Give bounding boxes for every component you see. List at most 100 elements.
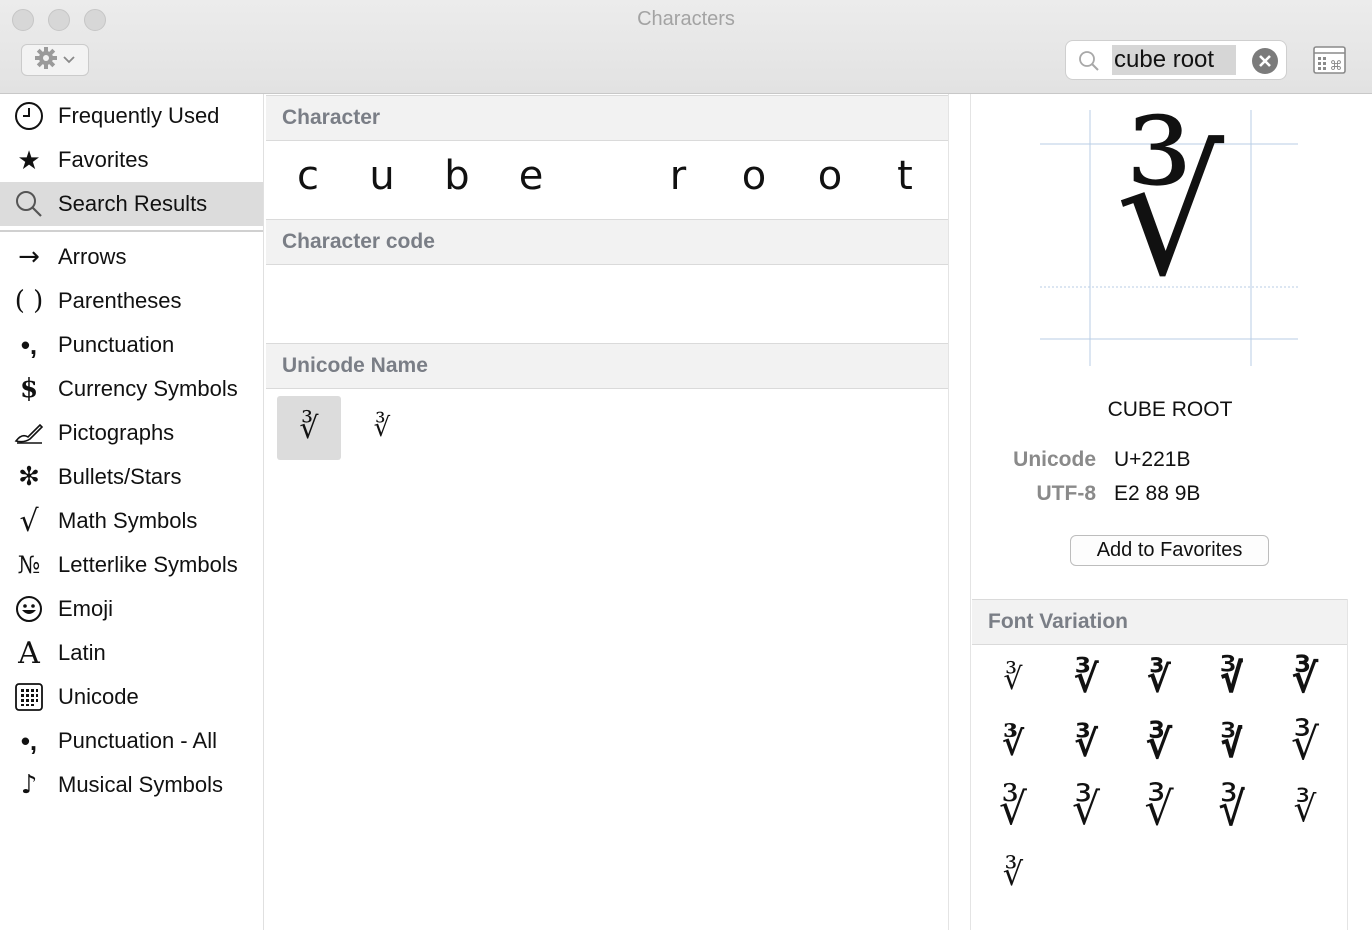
smiley-icon: [0, 595, 58, 623]
sidebar-item-punctuation[interactable]: •, Punctuation: [0, 323, 263, 367]
character-cell[interactable]: t: [880, 153, 930, 199]
punctuation-icon: •,: [20, 329, 38, 360]
font-variation-cell[interactable]: ∛: [983, 844, 1043, 904]
character-cell[interactable]: o: [729, 153, 779, 199]
sidebar-item-letterlike-symbols[interactable]: № Letterlike Symbols: [0, 543, 263, 587]
font-variation-cell[interactable]: ∛: [1275, 779, 1335, 839]
font-variation-cell[interactable]: ∛: [1202, 649, 1262, 709]
sidebar-item-unicode[interactable]: Unicode: [0, 675, 263, 719]
unicode-value: U+221B: [1114, 448, 1191, 471]
font-variation-cell[interactable]: ∛: [1129, 779, 1189, 839]
writing-hand-icon: [0, 421, 58, 445]
unicode-grid-icon: [0, 683, 58, 711]
character-cell[interactable]: r: [653, 153, 703, 199]
keyboard-grid-icon: ⌘: [1313, 46, 1346, 74]
font-variation-glyph: ∛: [1147, 659, 1171, 699]
font-variation-glyph: ∛: [1071, 783, 1101, 835]
sidebar-item-label: Arrows: [58, 244, 127, 269]
font-variation-border: [1347, 599, 1348, 930]
character-code-area: [266, 266, 948, 344]
sidebar-item-label: Frequently Used: [58, 103, 220, 128]
star-icon: ★: [17, 144, 41, 175]
result-cube-root-cell[interactable]: ∛: [277, 396, 341, 460]
action-menu-button[interactable]: [21, 44, 89, 76]
character-code-section-header: Character code: [266, 219, 948, 265]
glyph-preview: ∛: [1040, 110, 1300, 370]
asterisk-icon: ✻: [18, 462, 40, 492]
category-sidebar: Frequently Used ★ Favorites Search Resul…: [0, 94, 264, 930]
font-variation-glyph: ∛: [998, 783, 1028, 835]
close-icon: [1259, 55, 1271, 67]
font-variation-cell[interactable]: ∛: [1202, 714, 1262, 774]
font-variation-cell[interactable]: ∛: [1275, 714, 1335, 774]
font-variation-cell[interactable]: ∛: [1129, 649, 1189, 709]
svg-text:⌘: ⌘: [1330, 59, 1343, 74]
character-cell[interactable]: e: [506, 153, 556, 199]
utf8-value: E2 88 9B: [1114, 482, 1201, 505]
sidebar-item-favorites[interactable]: ★ Favorites: [0, 138, 263, 182]
font-variation-glyph: ∛: [1144, 784, 1174, 835]
font-variation-cell[interactable]: ∛: [983, 779, 1043, 839]
unicode-name-section-header: Unicode Name: [266, 343, 948, 389]
font-variation-glyph: ∛: [1218, 782, 1246, 836]
font-variation-cell[interactable]: ∛: [1129, 714, 1189, 774]
parentheses-icon: ( ): [14, 286, 44, 316]
unicode-label: Unicode: [1013, 448, 1096, 471]
sidebar-item-label: Pictographs: [58, 420, 175, 445]
search-input[interactable]: [1112, 45, 1236, 75]
character-cell[interactable]: o: [805, 153, 855, 199]
font-variation-glyph: ∛: [1073, 723, 1098, 765]
numero-icon: №: [17, 551, 41, 579]
character-row: c u b e r o o t: [266, 141, 948, 219]
font-variation-cell[interactable]: ∛: [1275, 649, 1335, 709]
clear-search-button[interactable]: [1252, 48, 1278, 74]
search-field[interactable]: [1065, 40, 1287, 80]
latin-a-icon: A: [18, 635, 40, 671]
sidebar-item-musical-symbols[interactable]: ♪ Musical Symbols: [0, 763, 263, 807]
font-variation-glyph: ∛: [1003, 661, 1023, 697]
character-viewer-toggle-button[interactable]: ⌘: [1312, 44, 1348, 76]
sidebar-item-currency-symbols[interactable]: $ Currency Symbols: [0, 367, 263, 411]
font-variation-cell[interactable]: ∛: [983, 714, 1043, 774]
arrow-icon: →: [18, 242, 40, 272]
sidebar-item-latin[interactable]: A Latin: [0, 631, 263, 675]
glyph-name: CUBE ROOT: [1107, 398, 1233, 421]
window-title: Characters: [637, 8, 735, 30]
sidebar-item-bullets-stars[interactable]: ✻ Bullets/Stars: [0, 455, 263, 499]
result-arabic-cube-root-cell[interactable]: ∛: [350, 396, 414, 460]
font-variation-glyph: ∛: [1292, 657, 1318, 701]
font-variation-cell[interactable]: ∛: [1056, 779, 1116, 839]
character-cell[interactable]: c: [283, 153, 333, 199]
inspector-divider: [970, 94, 971, 930]
character-cell[interactable]: b: [432, 153, 482, 199]
panel-divider: [948, 94, 949, 930]
sidebar-item-arrows[interactable]: → Arrows: [0, 235, 263, 279]
font-variation-cell[interactable]: ∛: [1056, 714, 1116, 774]
result-glyph: ∛: [299, 410, 319, 446]
dollar-icon: $: [19, 374, 39, 404]
sidebar-item-parentheses[interactable]: ( ) Parentheses: [0, 279, 263, 323]
character-cell[interactable]: u: [357, 153, 407, 199]
sidebar-item-label: Emoji: [58, 596, 114, 621]
font-variation-glyph: ∛: [1002, 855, 1024, 893]
sidebar-item-label: Punctuation - All: [58, 728, 217, 753]
sidebar-item-label: Parentheses: [58, 288, 182, 313]
sidebar-item-frequently-used[interactable]: Frequently Used: [0, 94, 263, 138]
sidebar-item-label: Punctuation: [58, 332, 175, 357]
music-note-icon: ♪: [20, 770, 38, 800]
font-variation-glyph: ∛: [1146, 721, 1172, 767]
font-variation-cell[interactable]: ∛: [1202, 779, 1262, 839]
sidebar-item-math-symbols[interactable]: √ Math Symbols: [0, 499, 263, 543]
font-variation-cell[interactable]: ∛: [1056, 649, 1116, 709]
sidebar-item-emoji[interactable]: Emoji: [0, 587, 263, 631]
font-variation-header: Font Variation: [972, 599, 1348, 645]
clock-icon: [0, 101, 58, 131]
utf8-label: UTF-8: [1036, 482, 1097, 505]
sidebar-item-search-results[interactable]: Search Results: [0, 182, 263, 226]
sidebar-divider: [0, 230, 263, 232]
sidebar-item-punctuation-all[interactable]: •, Punctuation - All: [0, 719, 263, 763]
sidebar-item-pictographs[interactable]: Pictographs: [0, 411, 263, 455]
font-variation-cell[interactable]: ∛: [983, 649, 1043, 709]
sidebar-item-label: Search Results: [58, 191, 208, 216]
add-to-favorites-button[interactable]: Add to Favorites: [1070, 535, 1269, 566]
